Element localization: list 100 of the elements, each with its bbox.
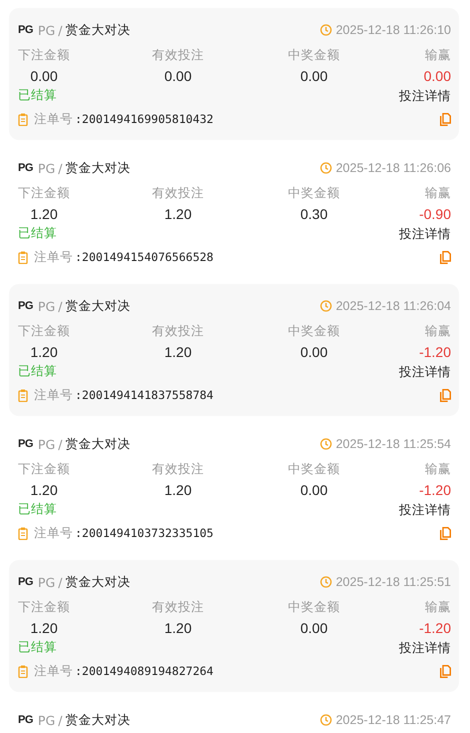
clipboard-icon (18, 250, 28, 264)
provider-logo: PG (18, 438, 33, 450)
column-label: 有效投注 (152, 46, 204, 64)
column-label: 中奖金额 (288, 598, 340, 616)
amount-value: -1.20 (419, 619, 451, 638)
order-number: :2001494169905810432 (75, 112, 214, 126)
column-label: 下注金额 (18, 46, 70, 64)
status-label: 已结算 (18, 363, 57, 379)
details-link[interactable]: 投注详情 (399, 502, 451, 518)
game-name: 赏金大对决 (65, 160, 130, 176)
amount-value: 1.20 (30, 619, 58, 638)
column-label: 输赢 (425, 184, 451, 202)
copy-icon[interactable] (440, 388, 451, 402)
amount-value: 0.00 (164, 67, 192, 86)
column-label: 中奖金额 (288, 322, 340, 340)
separator: / (58, 160, 62, 176)
amount-value: 0.00 (30, 67, 58, 86)
amount-value: 0.00 (300, 343, 328, 362)
provider-name: PG (38, 298, 56, 314)
details-link[interactable]: 投注详情 (399, 88, 451, 104)
column-label: 下注金额 (18, 322, 70, 340)
order-number: :2001494089194827264 (75, 664, 214, 678)
amount-value: 0.00 (300, 481, 328, 500)
column-label: 输赢 (425, 322, 451, 340)
status-label: 已结算 (18, 501, 57, 517)
provider-logo: PG (18, 576, 33, 588)
bet-time: 2025-12-18 11:25:47 (336, 713, 451, 727)
column-label: 下注金额 (18, 184, 70, 202)
amount-value: -1.20 (419, 343, 451, 362)
amount-value: 1.20 (164, 205, 192, 224)
copy-icon[interactable] (440, 526, 451, 540)
separator: / (58, 22, 62, 38)
bet-time: 2025-12-18 11:26:04 (336, 299, 451, 313)
column-label: 有效投注 (152, 322, 204, 340)
bet-time: 2025-12-18 11:26:10 (336, 23, 451, 37)
copy-icon[interactable] (440, 664, 451, 678)
clipboard-icon (18, 112, 28, 126)
provider-name: PG (38, 160, 56, 176)
column-label: 输赢 (425, 460, 451, 478)
column-label: 中奖金额 (288, 46, 340, 64)
provider-logo: PG (18, 300, 33, 312)
column-label: 下注金额 (18, 598, 70, 616)
column-label: 中奖金额 (288, 184, 340, 202)
provider-logo: PG (18, 714, 33, 726)
amount-value: -1.20 (419, 481, 451, 500)
amount-value: 0.00 (300, 619, 328, 638)
clock-icon (320, 576, 332, 588)
column-label: 输赢 (425, 46, 451, 64)
bet-time: 2025-12-18 11:26:06 (336, 161, 451, 175)
status-label: 已结算 (18, 639, 57, 655)
order-label: 注单号 (34, 248, 73, 266)
copy-icon[interactable] (440, 250, 451, 264)
amount-value: 1.20 (30, 205, 58, 224)
order-label: 注单号 (34, 662, 73, 680)
amount-value: 1.20 (30, 343, 58, 362)
column-label: 有效投注 (152, 598, 204, 616)
amount-value: 1.20 (164, 343, 192, 362)
separator: / (58, 574, 62, 590)
details-link[interactable]: 投注详情 (399, 226, 451, 242)
provider-logo: PG (18, 162, 33, 174)
game-name: 赏金大对决 (65, 712, 130, 728)
column-label: 输赢 (425, 598, 451, 616)
separator: / (58, 712, 62, 728)
separator: / (58, 436, 62, 452)
separator: / (58, 298, 62, 314)
order-number: :2001494103732335105 (75, 526, 214, 540)
clipboard-icon (18, 664, 28, 678)
order-label: 注单号 (34, 524, 73, 542)
column-label: 有效投注 (152, 184, 204, 202)
order-label: 注单号 (34, 386, 73, 404)
order-number: :2001494154076566528 (75, 250, 214, 264)
clock-icon (320, 24, 332, 36)
column-label: 有效投注 (152, 460, 204, 478)
status-label: 已结算 (18, 225, 57, 241)
amount-value: 1.20 (164, 619, 192, 638)
clock-icon (320, 300, 332, 312)
status-label: 已结算 (18, 87, 57, 103)
bet-time: 2025-12-18 11:25:54 (336, 437, 451, 451)
game-name: 赏金大对决 (65, 436, 130, 452)
game-name: 赏金大对决 (65, 22, 130, 38)
order-number: :2001494141837558784 (75, 388, 214, 402)
amount-value: 1.20 (30, 481, 58, 500)
game-name: 赏金大对决 (65, 574, 130, 590)
clipboard-icon (18, 526, 28, 540)
amount-value: 0.00 (300, 67, 328, 86)
clipboard-icon (18, 388, 28, 402)
copy-icon[interactable] (440, 112, 451, 126)
provider-logo: PG (18, 24, 33, 36)
clock-icon (320, 714, 332, 726)
clock-icon (320, 438, 332, 450)
details-link[interactable]: 投注详情 (399, 640, 451, 656)
provider-name: PG (38, 712, 56, 728)
details-link[interactable]: 投注详情 (399, 364, 451, 380)
provider-name: PG (38, 436, 56, 452)
provider-name: PG (38, 574, 56, 590)
game-name: 赏金大对决 (65, 298, 130, 314)
bet-time: 2025-12-18 11:25:51 (336, 575, 451, 589)
column-label: 下注金额 (18, 460, 70, 478)
amount-value: 1.20 (164, 481, 192, 500)
provider-name: PG (38, 22, 56, 38)
